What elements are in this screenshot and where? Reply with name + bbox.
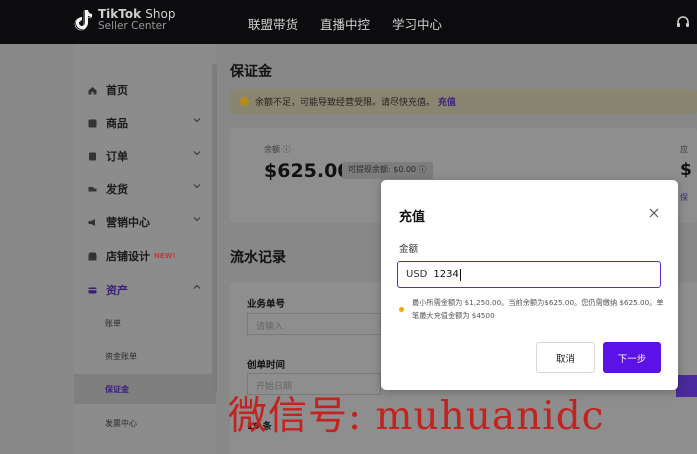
- brand-name: TikTok: [98, 7, 142, 21]
- sidebar-item-label: 店铺设计: [106, 250, 150, 263]
- sidebar-item-label: 营销中心: [106, 216, 150, 229]
- order-no-label: 业务单号: [247, 299, 286, 310]
- sidebar-item-label: 商品: [106, 117, 128, 130]
- sidebar-item-label: 资产: [106, 284, 128, 297]
- balance-amount: $625.00: [264, 160, 351, 182]
- sidebar-subitem-deposit[interactable]: 保证金: [105, 384, 129, 395]
- sidebar-subitem-bills[interactable]: 账单: [105, 318, 121, 329]
- product-icon: [88, 119, 97, 127]
- nav-live-control[interactable]: 直播中控: [320, 14, 370, 33]
- sidebar-item-shipping[interactable]: 发货: [88, 181, 208, 197]
- store-design-icon: [88, 252, 97, 260]
- sidebar-item-store-design[interactable]: 店铺设计 NEW!: [88, 248, 208, 264]
- recharge-modal: 充值 金额 USD 1234 最小所需金额为 $1,250.00。当前余额为$6…: [381, 180, 678, 390]
- text-caret: [459, 268, 461, 281]
- chevron-down-icon: [193, 184, 201, 189]
- order-icon: [89, 152, 96, 160]
- home-icon: [88, 86, 97, 94]
- amount-hint: 最小所需金额为 $1,250.00。当前余额为$625.00。您仍需缴纳 $62…: [412, 298, 664, 320]
- warning-icon: [240, 97, 249, 106]
- amount-value: 1234: [433, 269, 459, 280]
- next-button[interactable]: 下一步: [603, 342, 661, 373]
- new-badge: NEW!: [154, 252, 176, 260]
- search-button-partial[interactable]: [676, 375, 697, 397]
- headset-icon[interactable]: [676, 15, 690, 29]
- sidebar-item-products[interactable]: 商品: [88, 115, 208, 131]
- chevron-down-icon: [193, 118, 201, 123]
- brand-suffix: Shop: [145, 7, 176, 21]
- cancel-button[interactable]: 取消: [536, 342, 595, 373]
- shipping-icon: [88, 186, 97, 191]
- sidebar-item-orders[interactable]: 订单: [88, 148, 208, 164]
- marketing-icon: [88, 218, 95, 226]
- sidebar-subitem-invoice-center[interactable]: 发票中心: [105, 418, 137, 429]
- sidebar-item-assets[interactable]: 资产: [88, 282, 208, 298]
- sidebar-item-marketing[interactable]: 营销中心: [88, 214, 208, 230]
- top-bar: TikTok Shop Seller Center 联盟带货 直播中控 学习中心: [0, 0, 697, 44]
- withdrawable-balance: 可提现余额: $0.00 ⓘ: [342, 162, 433, 179]
- close-icon[interactable]: [647, 206, 661, 220]
- chevron-up-icon: [193, 284, 201, 289]
- watermark-text: 微信号: muhuanidc: [228, 394, 605, 439]
- sidebar-item-label: 发货: [106, 183, 128, 196]
- sidebar-item-label: 订单: [106, 150, 128, 163]
- brand-sub: Seller Center: [98, 20, 167, 32]
- top-nav: 联盟带货 直播中控 学习中心: [248, 14, 464, 33]
- nav-affiliate[interactable]: 联盟带货: [248, 14, 298, 33]
- sidebar-subitem-fund-bills[interactable]: 资金账单: [105, 351, 137, 362]
- deposit-link-partial[interactable]: 保: [680, 192, 688, 203]
- amount-label: 金额: [399, 244, 419, 255]
- currency-prefix: USD: [406, 269, 428, 280]
- chevron-down-icon: [193, 217, 201, 222]
- tiktok-logo-icon: [74, 10, 92, 31]
- page-title: 保证金: [230, 64, 272, 80]
- sidebar-item-label: 首页: [106, 84, 128, 97]
- required-amount-partial: $: [680, 160, 692, 180]
- required-label-partial: 应: [680, 145, 688, 154]
- amount-input[interactable]: USD 1234: [397, 261, 661, 288]
- warning-banner: 余额不足，可能导致经营受限。请尽快充值。 充值: [230, 89, 697, 114]
- nav-learning-center[interactable]: 学习中心: [392, 14, 442, 33]
- created-time-label: 创单时间: [247, 360, 286, 371]
- tiktok-shop-logo[interactable]: TikTok Shop Seller Center: [74, 8, 175, 32]
- warning-recharge-link[interactable]: 充值: [438, 98, 456, 108]
- sidebar-item-home[interactable]: 首页: [88, 82, 208, 98]
- sidebar-active-highlight: [74, 374, 216, 404]
- assets-icon: [88, 287, 97, 293]
- modal-title: 充值: [399, 210, 426, 225]
- transactions-title: 流水记录: [230, 250, 286, 266]
- order-no-input[interactable]: 请输入: [247, 313, 381, 335]
- sidebar-scrollbar[interactable]: [212, 64, 217, 394]
- chevron-down-icon: [193, 151, 201, 156]
- warning-text: 余额不足，可能导致经营受限。请尽快充值。: [255, 98, 436, 108]
- balance-label: 余额 ⓘ: [264, 145, 291, 154]
- hint-dot-icon: [399, 307, 404, 312]
